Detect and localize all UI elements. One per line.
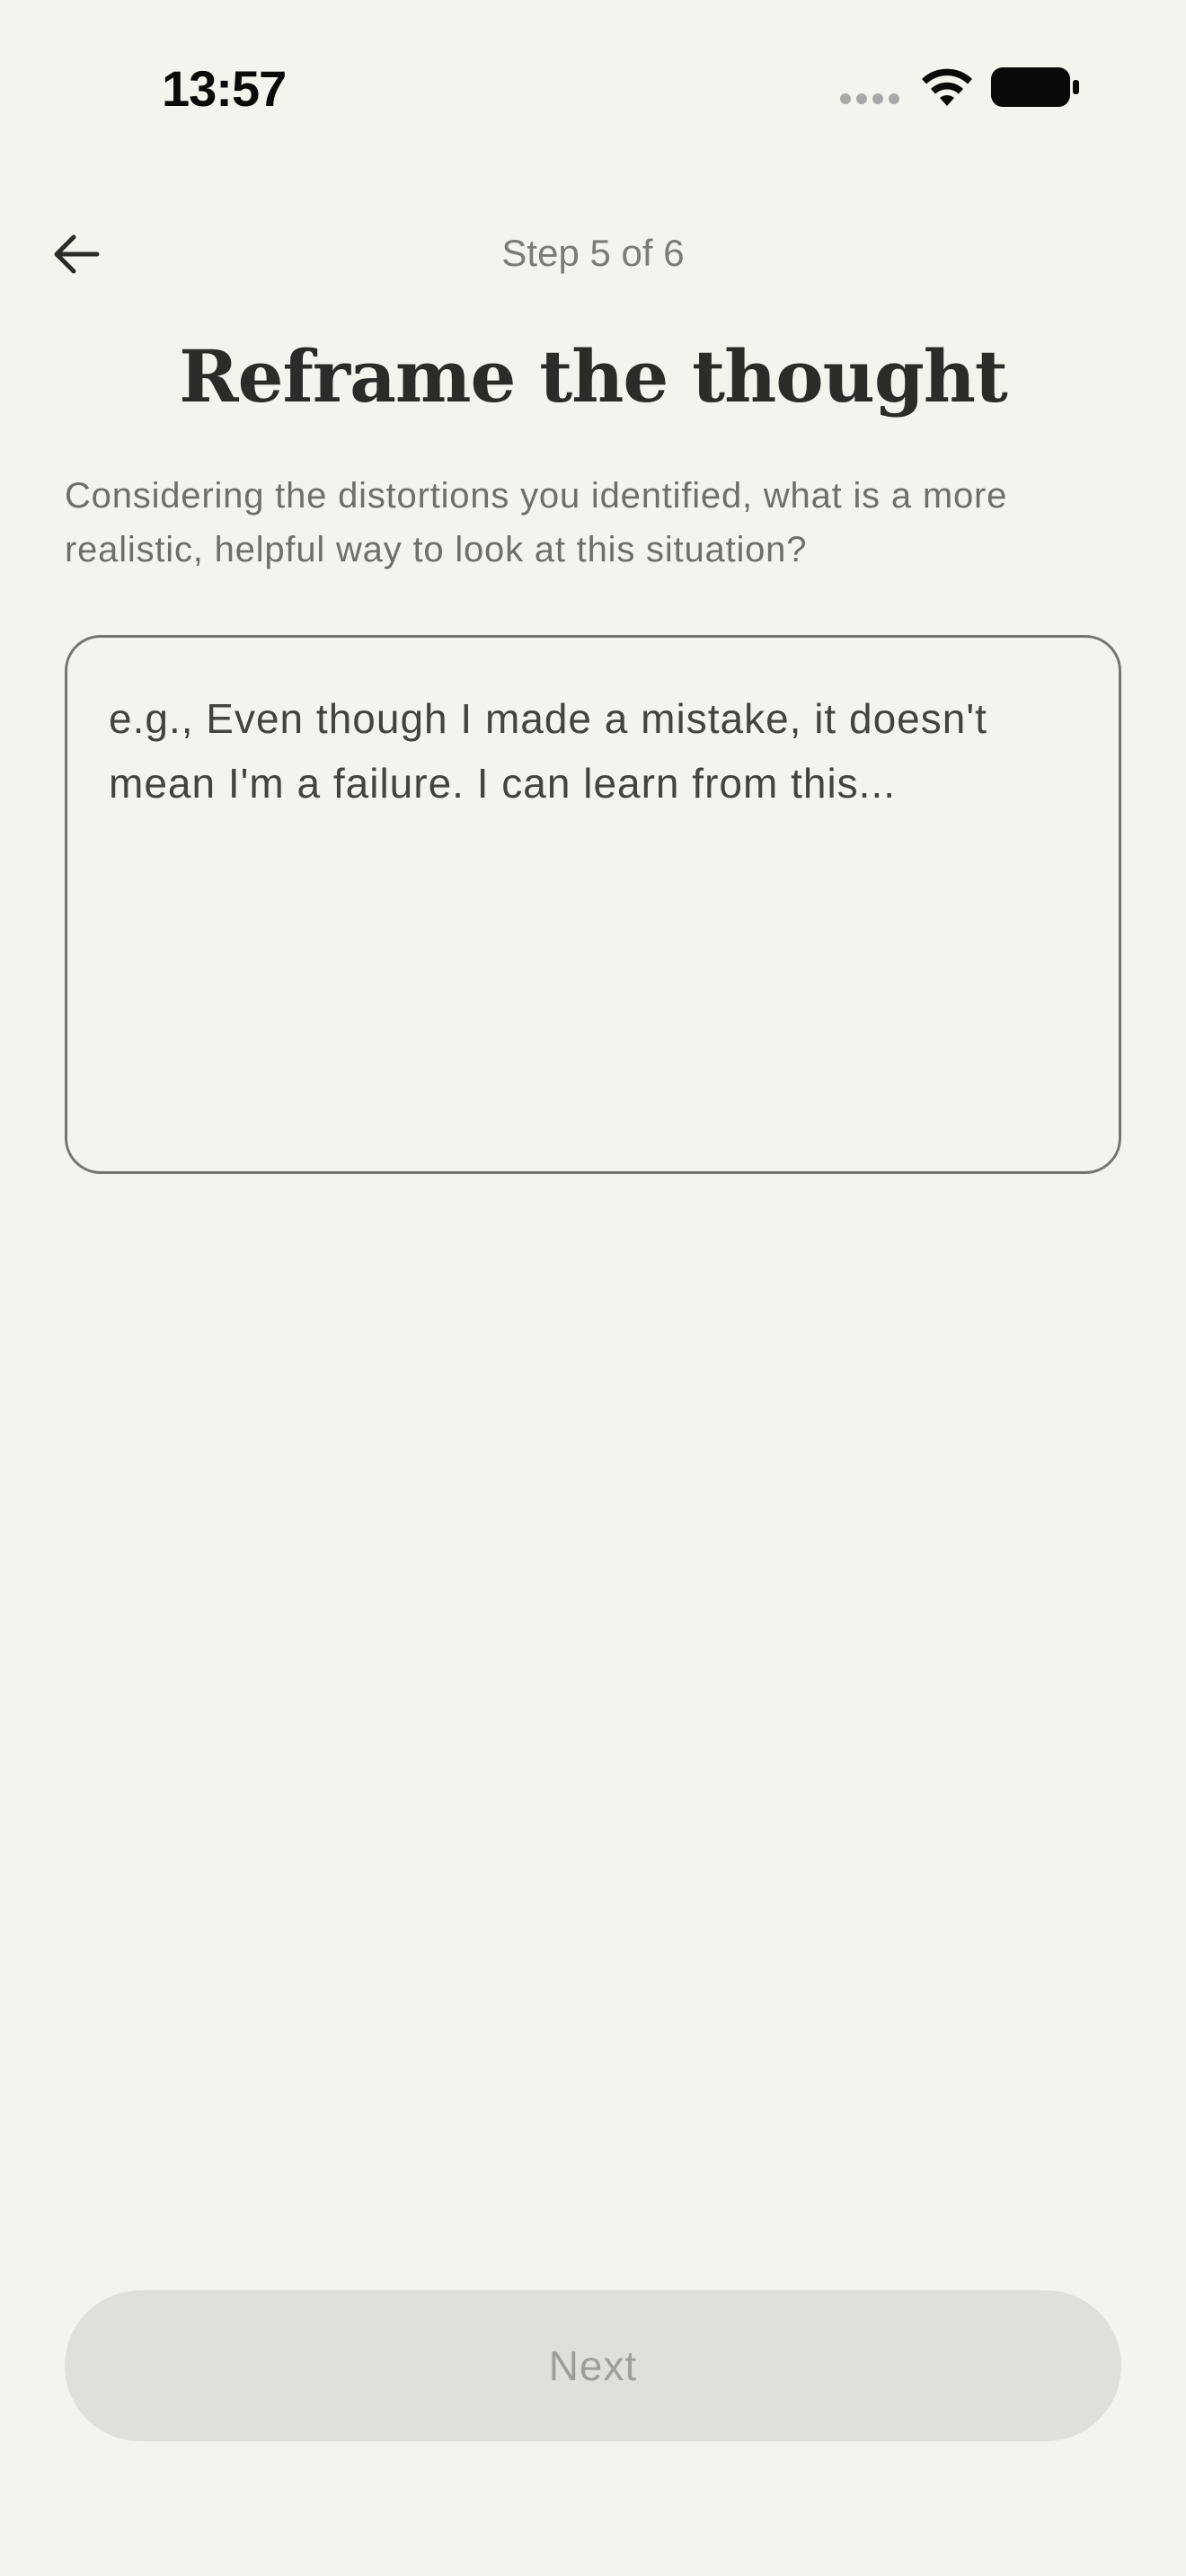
status-time: 13:57 [162, 60, 287, 117]
instructions-text: Considering the distortions you identifi… [65, 476, 1008, 569]
battery-icon [991, 67, 1079, 107]
cellular-signal-icon [840, 93, 899, 104]
nav-header: Step 5 of 6 [0, 216, 1186, 293]
next-button[interactable]: Next [65, 2290, 1121, 2441]
status-bar: 13:57 [0, 0, 1186, 171]
page-title: Reframe the thought [179, 334, 1008, 419]
step-indicator: Step 5 of 6 [501, 232, 685, 274]
reframe-textarea[interactable] [65, 635, 1121, 1174]
wifi-icon [922, 68, 972, 106]
